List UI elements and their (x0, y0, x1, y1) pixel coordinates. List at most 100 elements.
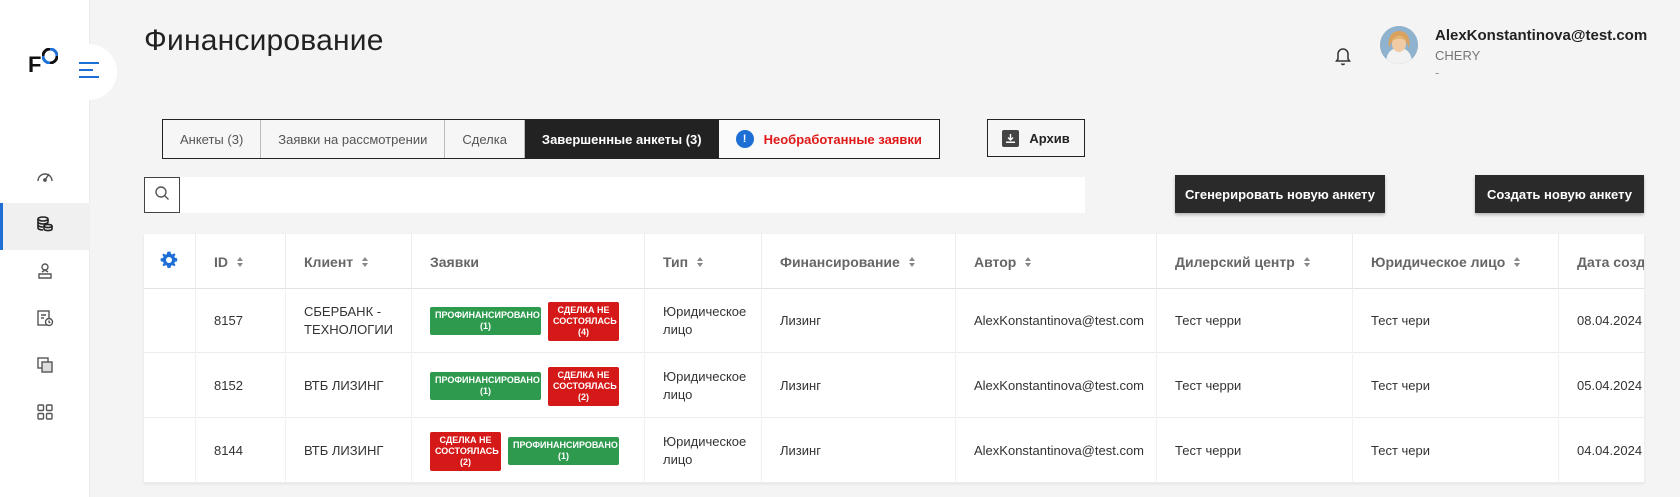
avatar[interactable] (1380, 26, 1418, 64)
hamburger-icon (78, 61, 100, 84)
cell-id: 8152 (196, 354, 286, 418)
sidebar-item-documents[interactable] (0, 344, 90, 391)
sort-icon (237, 256, 243, 267)
cell-author: AlexKonstantinova@test.com (956, 419, 1157, 483)
cell-applications: СДЕЛКА НЕ СОСТОЯЛАСЬ (2) ПРОФИНАНСИРОВАН… (412, 419, 645, 483)
column-header-created-date[interactable]: Дата создания (1559, 234, 1644, 289)
tab-questionnaires[interactable]: Анкеты (3) (163, 120, 262, 158)
status-badge[interactable]: ПРОФИНАНСИРОВАНО (1) (430, 307, 541, 335)
user-company: CHERY (1435, 48, 1481, 63)
coins-stack-icon (35, 214, 55, 239)
questionnaires-table: ID Клиент Заявки Тип Финансирование Авто… (144, 234, 1644, 483)
layers-icon (35, 355, 55, 380)
status-badge[interactable]: ПРОФИНАНСИРОВАНО (1) (430, 372, 541, 400)
column-header-label: Юридическое лицо (1371, 253, 1506, 270)
cell-financing: Лизинг (762, 289, 956, 353)
app-logo: F (28, 47, 59, 78)
cell-dealer: Тест черри (1157, 354, 1353, 418)
sort-icon (697, 256, 704, 267)
user-extra: - (1435, 65, 1440, 80)
cell-legal-entity: Тест чери (1353, 289, 1559, 353)
table-row[interactable]: 8152 ВТБ ЛИЗИНГ ПРОФИНАНСИРОВАНО (1) СДЕ… (144, 354, 1644, 418)
column-settings-button[interactable] (144, 234, 196, 289)
cell-dealer: Тест черри (1157, 419, 1353, 483)
user-info[interactable]: AlexKonstantinova@test.com CHERY - (1435, 27, 1647, 80)
bell-icon (1332, 48, 1354, 70)
column-header-label: Тип (663, 253, 689, 270)
menu-toggle-button[interactable] (61, 44, 117, 100)
search-icon (154, 185, 170, 206)
table-row[interactable]: 8144 ВТБ ЛИЗИНГ СДЕЛКА НЕ СОСТОЯЛАСЬ (2)… (144, 419, 1644, 483)
sidebar-item-financing[interactable] (0, 203, 90, 250)
cell-client: СБЕРБАНК - ТЕХНОЛОГИИ (286, 289, 412, 353)
status-badge[interactable]: СДЕЛКА НЕ СОСТОЯЛАСЬ (2) (548, 366, 619, 406)
grid-icon (35, 402, 55, 427)
tab-under-review[interactable]: Заявки на рассмотрении (261, 120, 446, 158)
sidebar-item-apps[interactable] (0, 391, 90, 438)
cell-financing: Лизинг (762, 419, 956, 483)
sort-icon (1514, 256, 1521, 267)
cell-author: AlexKonstantinova@test.com (956, 289, 1157, 353)
archive-button[interactable]: Архив (987, 119, 1085, 157)
sort-icon (1303, 256, 1310, 267)
cell-created-date: 05.04.2024 (1559, 354, 1644, 418)
search-input[interactable] (180, 177, 1085, 213)
column-header-dealer[interactable]: Дилерский центр (1157, 234, 1353, 289)
cell-client: ВТБ ЛИЗИНГ (286, 419, 412, 483)
column-header-financing[interactable]: Финансирование (762, 234, 956, 289)
column-header-label: Клиент (304, 253, 354, 270)
status-badge[interactable]: СДЕЛКА НЕ СОСТОЯЛАСЬ (4) (548, 301, 619, 341)
sidebar-item-reports[interactable] (0, 297, 90, 344)
column-header-applications: Заявки (412, 234, 645, 289)
sidebar-item-clients[interactable] (0, 250, 90, 297)
column-header-client[interactable]: Клиент (286, 234, 412, 289)
settings-gear-icon (159, 250, 179, 273)
column-header-label: Заявки (430, 253, 479, 270)
cell-legal-entity: Тест чери (1353, 419, 1559, 483)
tab-unprocessed[interactable]: ! Необработанные заявки (718, 120, 939, 158)
cell-legal-entity: Тест чери (1353, 354, 1559, 418)
cell-author: AlexKonstantinova@test.com (956, 354, 1157, 418)
cell-created-date: 08.04.2024 (1559, 289, 1644, 353)
search-bar (144, 177, 1085, 213)
sort-icon (1025, 256, 1032, 267)
table-header: ID Клиент Заявки Тип Финансирование Авто… (144, 234, 1644, 289)
cell-applications: ПРОФИНАНСИРОВАНО (1) СДЕЛКА НЕ СОСТОЯЛАС… (412, 354, 645, 418)
cell-type: Юридическое лицо (645, 419, 762, 483)
column-header-author[interactable]: Автор (956, 234, 1157, 289)
speedometer-icon (35, 167, 55, 192)
notifications-button[interactable] (1332, 44, 1354, 71)
cell-applications: ПРОФИНАНСИРОВАНО (1) СДЕЛКА НЕ СОСТОЯЛАС… (412, 289, 645, 353)
tab-completed[interactable]: Завершенные анкеты (3) (524, 120, 719, 158)
alert-icon: ! (735, 130, 754, 148)
cell-dealer: Тест черри (1157, 289, 1353, 353)
column-header-legal-entity[interactable]: Юридическое лицо (1353, 234, 1559, 289)
row-spacer (144, 289, 196, 353)
cell-type: Юридическое лицо (645, 289, 762, 353)
row-spacer (144, 419, 196, 483)
status-tabs: Анкеты (3) Заявки на рассмотрении Сделка… (162, 119, 940, 159)
tab-unprocessed-label: Необработанные заявки (763, 131, 922, 147)
sort-icon (908, 256, 915, 267)
column-header-id[interactable]: ID (196, 234, 286, 289)
column-header-label: ID (214, 253, 228, 270)
cell-client: ВТБ ЛИЗИНГ (286, 354, 412, 418)
page-title: Финансирование (144, 24, 384, 57)
sort-icon (362, 256, 369, 267)
cell-created-date: 04.04.2024 (1559, 419, 1644, 483)
cell-financing: Лизинг (762, 354, 956, 418)
table-row[interactable]: 8157 СБЕРБАНК - ТЕХНОЛОГИИ ПРОФИНАНСИРОВ… (144, 289, 1644, 353)
search-button[interactable] (144, 177, 180, 213)
archive-icon (1002, 129, 1020, 147)
sidebar-item-dashboard[interactable] (0, 156, 90, 203)
status-badge[interactable]: ПРОФИНАНСИРОВАНО (1) (508, 437, 619, 465)
column-header-label: Финансирование (780, 253, 900, 270)
sidebar-nav (0, 156, 90, 438)
create-questionnaire-button[interactable]: Создать новую анкету (1475, 175, 1644, 213)
column-header-type[interactable]: Тип (645, 234, 762, 289)
status-badge[interactable]: СДЕЛКА НЕ СОСТОЯЛАСЬ (2) (430, 431, 501, 471)
archive-label: Архив (1029, 130, 1070, 146)
user-upload-icon (35, 261, 55, 286)
tab-deal[interactable]: Сделка (445, 120, 525, 158)
generate-questionnaire-button[interactable]: Сгенерировать новую анкету (1175, 175, 1385, 213)
